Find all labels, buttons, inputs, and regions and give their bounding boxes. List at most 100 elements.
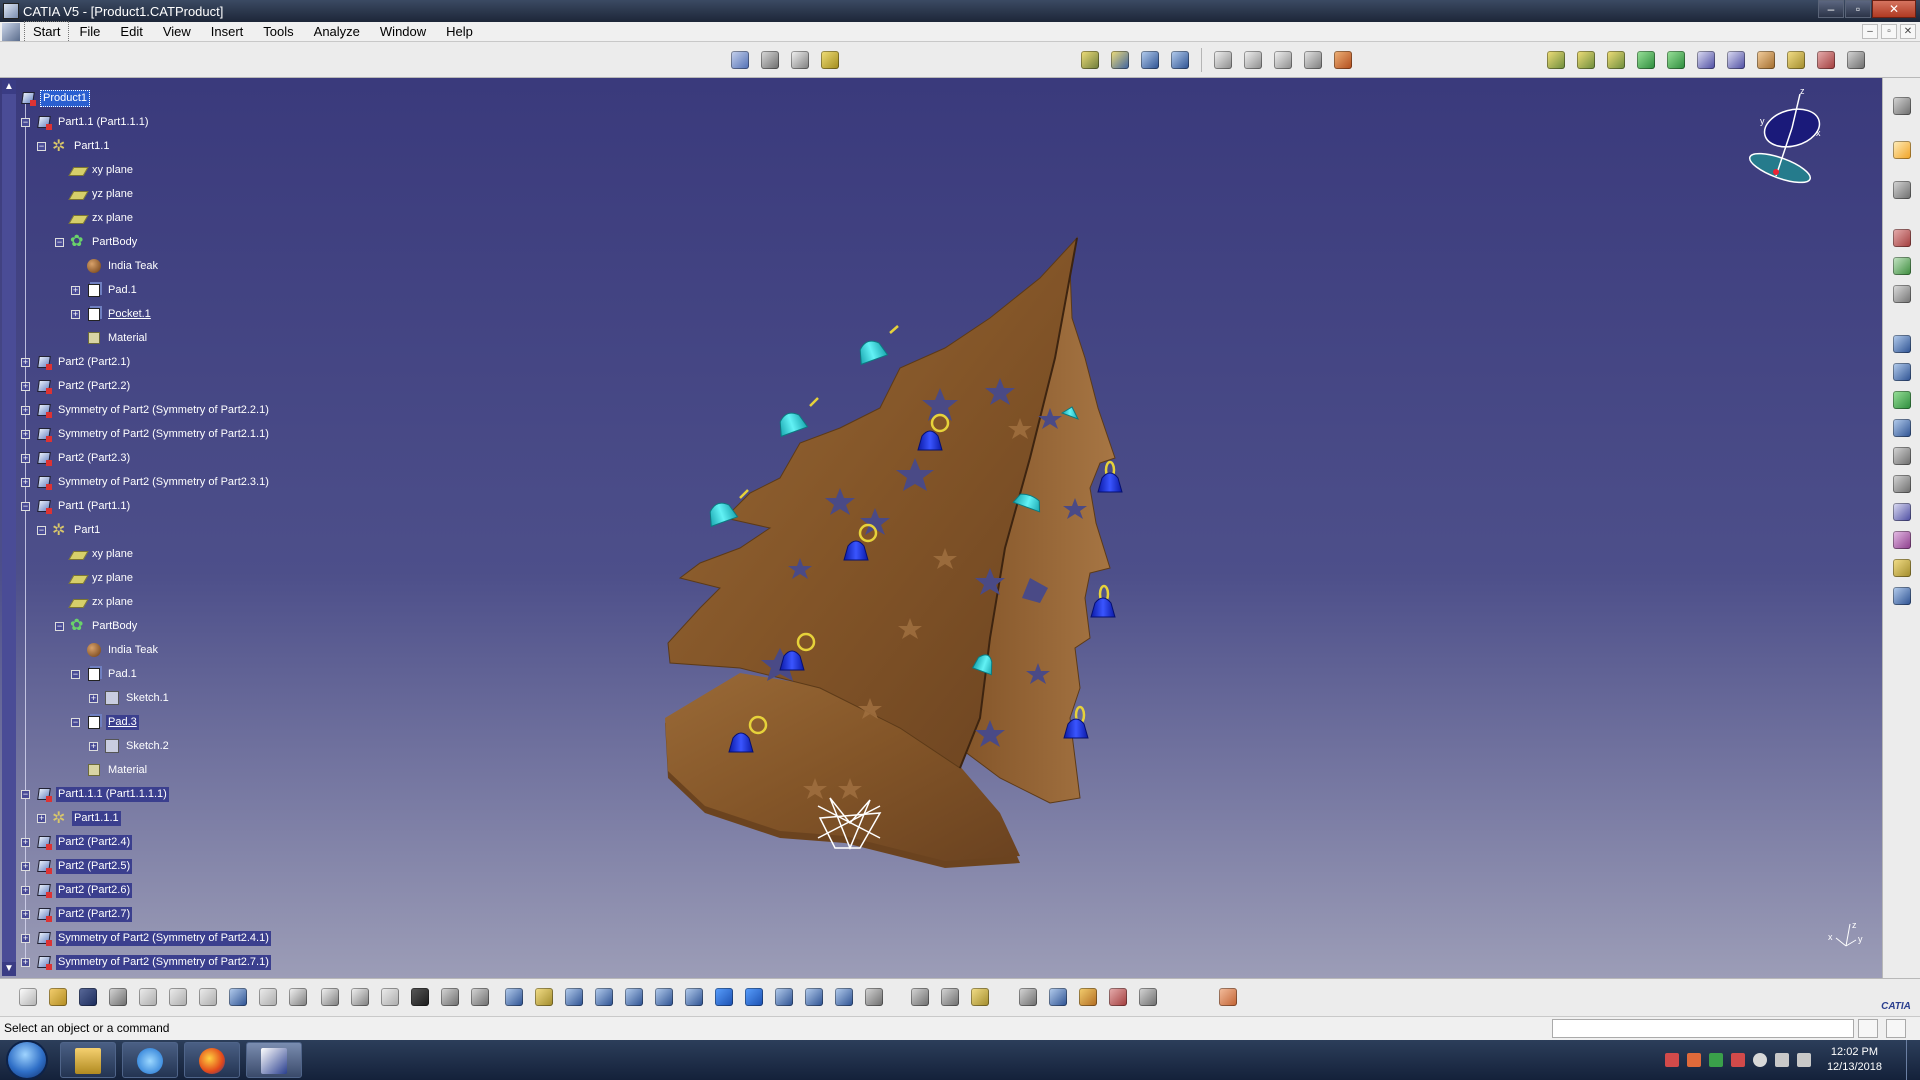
swap-visible-space-icon[interactable]: [832, 985, 856, 1009]
collapse-toggle-icon[interactable]: −: [21, 118, 30, 127]
doc-restore-button[interactable]: ▫: [1881, 24, 1897, 39]
comment-icon[interactable]: [348, 985, 372, 1009]
select-arrow-icon[interactable]: [1890, 138, 1914, 162]
menu-edit[interactable]: Edit: [110, 22, 152, 42]
new-file-icon[interactable]: [16, 985, 40, 1009]
tree-node-pad[interactable]: Pad.1: [86, 280, 139, 300]
collapse-toggle-icon[interactable]: −: [21, 790, 30, 799]
expand-toggle-icon[interactable]: +: [21, 934, 30, 943]
weight-icon[interactable]: [968, 985, 992, 1009]
measure-inertia-icon[interactable]: [1301, 48, 1325, 72]
hide-show-icon[interactable]: [802, 985, 826, 1009]
tree-node-plane[interactable]: xy plane: [70, 544, 135, 564]
copy-icon[interactable]: [166, 985, 190, 1009]
volume-icon[interactable]: [1796, 1053, 1811, 1067]
check-icon[interactable]: [378, 985, 402, 1009]
manipulation-icon[interactable]: [1634, 48, 1658, 72]
multi-instantiate-icon[interactable]: [1890, 282, 1914, 306]
collapse-toggle-icon[interactable]: −: [55, 238, 64, 247]
expand-toggle-icon[interactable]: +: [21, 406, 30, 415]
tree-node-part[interactable]: Part2 (Part2.6): [36, 880, 133, 900]
power-input-button[interactable]: [1886, 1019, 1906, 1038]
compass-icon[interactable]: z x y: [1740, 84, 1830, 194]
antivirus-icon[interactable]: [1708, 1053, 1723, 1067]
tree-node-part[interactable]: Symmetry of Part2 (Symmetry of Part2.1.1…: [36, 424, 271, 444]
tree-node-part[interactable]: Part1 (Part1.1): [36, 496, 132, 516]
expand-toggle-icon[interactable]: +: [21, 478, 30, 487]
move-icon[interactable]: [1890, 332, 1914, 356]
clash-icon[interactable]: [938, 985, 962, 1009]
measure-item-icon[interactable]: [1271, 48, 1295, 72]
tree-node-part[interactable]: Part2 (Part2.4): [36, 832, 133, 852]
firefox-taskbar-button[interactable]: [184, 1042, 240, 1078]
expand-toggle-icon[interactable]: +: [21, 862, 30, 871]
formula-icon[interactable]: [318, 985, 342, 1009]
tree-node-material[interactable]: India Teak: [86, 256, 160, 276]
tree-node-partbody[interactable]: PartBody: [70, 231, 139, 252]
expand-toggle-icon[interactable]: +: [71, 286, 80, 295]
constraint-icon[interactable]: [1890, 226, 1914, 250]
measure-between-icon[interactable]: [1241, 48, 1265, 72]
doc-minimize-button[interactable]: –: [1862, 24, 1878, 39]
collapse-toggle-icon[interactable]: −: [21, 502, 30, 511]
tree-node-part[interactable]: Part2 (Part2.1): [36, 352, 132, 372]
close-button[interactable]: ✕: [1872, 0, 1916, 18]
replace-component-icon[interactable]: [1890, 360, 1914, 384]
design-table-icon[interactable]: [408, 985, 432, 1009]
command-input[interactable]: [1552, 1019, 1854, 1038]
normal-view-icon[interactable]: [682, 985, 706, 1009]
rotate-icon[interactable]: [592, 985, 616, 1009]
tree-scrollbar[interactable]: ▲ ▼: [2, 80, 16, 976]
tree-node-material-library[interactable]: Material: [86, 328, 149, 348]
tree-node-part[interactable]: Part2 (Part2.3): [36, 448, 132, 468]
start-button[interactable]: [8, 1042, 46, 1078]
explode-icon[interactable]: [1694, 48, 1718, 72]
tree-node-sketch[interactable]: Sketch.2: [104, 736, 171, 756]
grid-icon[interactable]: [1216, 985, 1240, 1009]
tree-node-sketch[interactable]: Sketch.1: [104, 688, 171, 708]
apply-material-icon[interactable]: [1331, 48, 1355, 72]
collapse-toggle-icon[interactable]: −: [55, 622, 64, 631]
fit-all-in-icon[interactable]: [532, 985, 556, 1009]
glasses-icon[interactable]: [1890, 94, 1914, 118]
cut-icon[interactable]: [136, 985, 160, 1009]
refresh-icon[interactable]: [1016, 985, 1040, 1009]
tree-node-part[interactable]: Symmetry of Part2 (Symmetry of Part2.7.1…: [36, 952, 271, 972]
doc-close-button[interactable]: ✕: [1900, 24, 1916, 39]
contact-constraint-icon[interactable]: [758, 48, 782, 72]
catia-app-icon[interactable]: [3, 3, 19, 19]
menu-view[interactable]: View: [153, 22, 201, 42]
explorer-taskbar-button[interactable]: [60, 1042, 116, 1078]
tree-node-part[interactable]: Symmetry of Part2 (Symmetry of Part2.2.1…: [36, 400, 271, 420]
command-options-button[interactable]: [1858, 1019, 1878, 1038]
restore-button[interactable]: ▫: [1845, 0, 1871, 18]
fix-together-icon[interactable]: [1604, 48, 1628, 72]
expand-toggle-icon[interactable]: +: [21, 886, 30, 895]
expand-toggle-icon[interactable]: +: [21, 910, 30, 919]
document-menu-icon[interactable]: [2, 22, 20, 41]
snap-icon[interactable]: [1664, 48, 1688, 72]
update-all-icon[interactable]: [1544, 48, 1568, 72]
graph-tree-reordering-icon[interactable]: [1890, 388, 1914, 412]
menu-start[interactable]: Start: [24, 20, 70, 43]
tree-node-plane[interactable]: yz plane: [70, 184, 135, 204]
specification-tree[interactable]: ▲ ▼ Product1 Part1.1 (Part1.1.1) Part1.1…: [0, 78, 380, 978]
fix-component-icon[interactable]: [1574, 48, 1598, 72]
clash-analysis-icon[interactable]: [1814, 48, 1838, 72]
expand-toggle-icon[interactable]: +: [37, 814, 46, 823]
render-icon[interactable]: [1076, 985, 1100, 1009]
tree-node-pad[interactable]: Pad.1: [86, 664, 139, 684]
expand-toggle-icon[interactable]: +: [71, 310, 80, 319]
expand-toggle-icon[interactable]: +: [21, 382, 30, 391]
multi-view-icon[interactable]: [712, 985, 736, 1009]
distance-analysis-icon[interactable]: [1890, 528, 1914, 552]
insert-product-icon[interactable]: [1108, 48, 1132, 72]
apply-view-icon[interactable]: [1046, 985, 1070, 1009]
tree-node-plane[interactable]: zx plane: [70, 208, 135, 228]
tree-node-plane[interactable]: xy plane: [70, 160, 135, 180]
minimize-button[interactable]: –: [1818, 0, 1844, 18]
3d-viewport[interactable]: z x y x y z ▲ ▼ Product1 Part1.1 (Part1.…: [0, 78, 1882, 978]
tree-node-part-body-container[interactable]: Part1.1.1: [52, 808, 121, 828]
update-tray-icon[interactable]: [1752, 1053, 1767, 1067]
tree-node-plane[interactable]: zx plane: [70, 592, 135, 612]
